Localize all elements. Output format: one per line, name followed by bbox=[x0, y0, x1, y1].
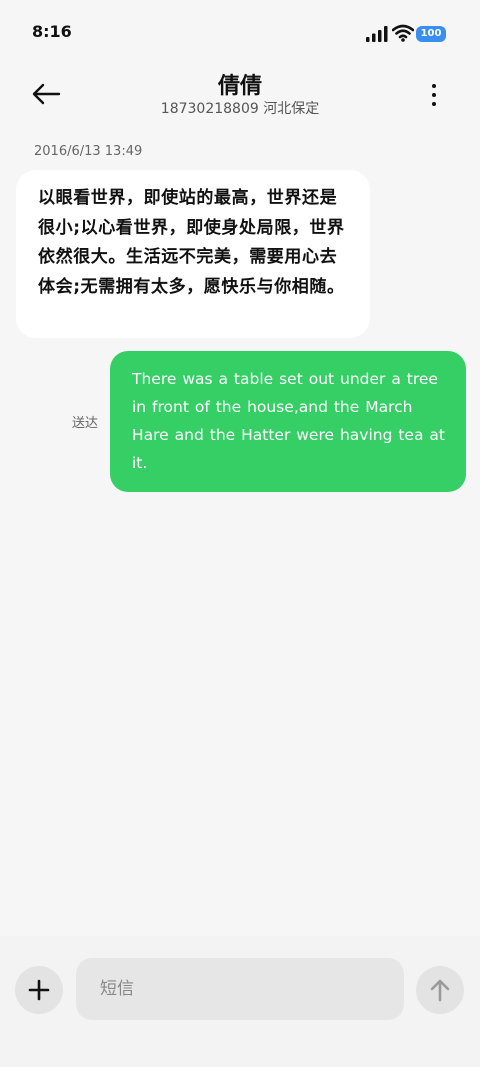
send-arrow-up-icon bbox=[430, 979, 450, 1002]
send-button[interactable] bbox=[416, 966, 464, 1014]
status-icons: 100 bbox=[366, 22, 450, 44]
delivery-status: 送达 bbox=[72, 416, 99, 431]
signal-icon bbox=[366, 26, 388, 42]
plus-icon bbox=[28, 979, 50, 1001]
status-time: 8:16 bbox=[32, 22, 72, 41]
incoming-message-bubble[interactable]: 以眼看世界，即使站的最高，世界还是很小;以心看世界，即使身处局限，世界依然很大。… bbox=[16, 170, 370, 338]
sms-input[interactable] bbox=[76, 958, 404, 1020]
outgoing-message-bubble[interactable]: There was a table set out under a tree i… bbox=[110, 351, 466, 492]
more-options-button[interactable] bbox=[422, 78, 446, 112]
status-bar: 8:16 100 bbox=[0, 0, 480, 66]
wifi-icon bbox=[392, 24, 414, 42]
message-timestamp: 2016/6/13 13:49 bbox=[34, 144, 143, 159]
add-attachment-button[interactable] bbox=[15, 966, 63, 1014]
composer-bar bbox=[0, 936, 480, 1067]
contact-subtitle: 18730218809 河北保定 bbox=[160, 101, 320, 117]
more-vertical-icon bbox=[432, 84, 436, 88]
conversation-header: 倩倩 18730218809 河北保定 bbox=[0, 62, 480, 126]
battery-icon: 100 bbox=[416, 26, 446, 42]
contact-name: 倩倩 bbox=[217, 74, 262, 99]
